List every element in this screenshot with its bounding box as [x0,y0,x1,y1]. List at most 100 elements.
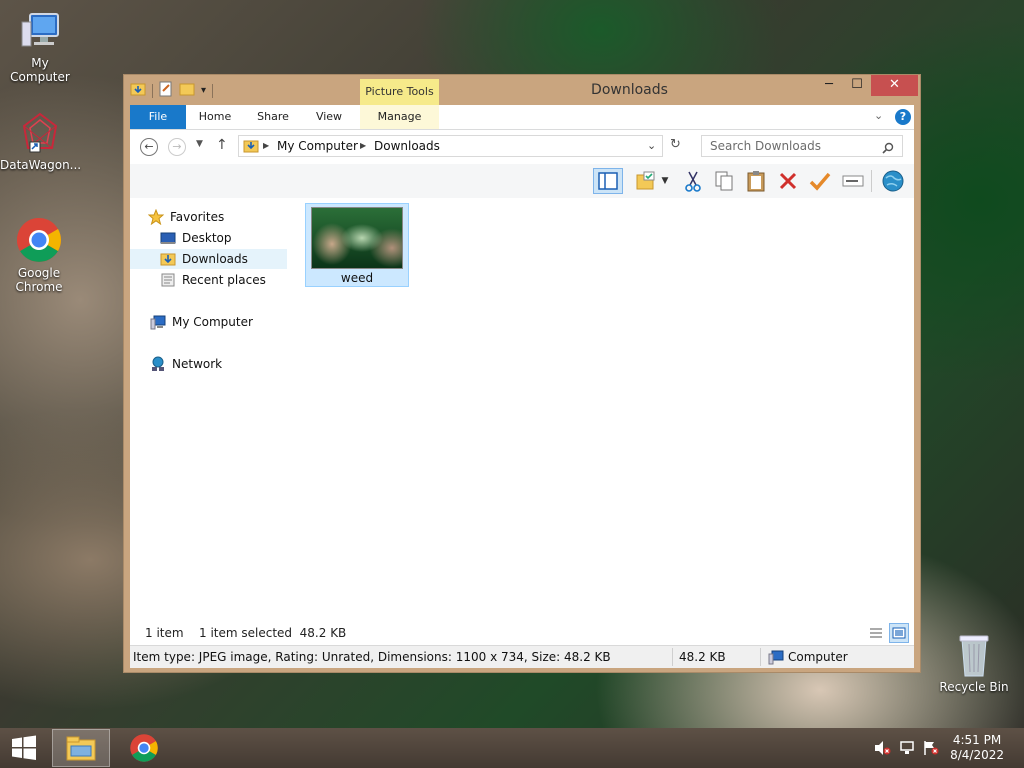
large-icons-view-button[interactable] [889,623,909,643]
address-row: ← → ▼ ↑ ▶ My Computer ▶ Downloads ⌄ ↻ Se… [130,130,914,164]
star-icon [148,209,164,225]
file-explorer-icon [66,736,96,761]
ribbon-tabs: File Home Share View Manage ⌄ ? [130,105,914,130]
maximize-button[interactable]: ☐ [843,75,871,96]
nav-my-computer[interactable]: My Computer [150,312,253,332]
desktop-icon-datawagon[interactable]: DataWagon... [0,112,82,172]
system-clock[interactable]: 4:51 PM 8/4/2022 [950,733,1004,763]
computer-icon [768,649,784,672]
file-item[interactable]: weed [305,203,409,287]
taskbar: 4:51 PM 8/4/2022 [0,728,1024,768]
nav-recent-places[interactable]: Recent places [160,270,266,290]
tab-home[interactable]: Home [192,105,238,129]
desktop-icon-label: DataWagon... [0,158,82,172]
datawagon-icon [22,112,58,153]
nav-label: Favorites [170,210,225,224]
computer-icon [21,13,59,47]
nav-network[interactable]: Network [150,354,222,374]
paste-icon[interactable] [743,168,769,194]
forward-button[interactable]: → [168,138,186,156]
desktop-icon-google-chrome[interactable]: Google Chrome [0,216,78,294]
nav-downloads[interactable]: Downloads [130,249,287,269]
preview-pane-button[interactable] [593,168,623,194]
close-button[interactable]: ✕ [871,75,918,96]
chrome-icon [17,218,61,262]
chevron-right-icon[interactable]: ▶ [263,136,269,156]
title-bar[interactable]: ▾ Picture Tools Downloads ─ ☐ ✕ [124,75,920,105]
chrome-icon [130,734,158,762]
expand-ribbon-icon[interactable]: ⌄ [874,109,883,122]
nav-favorites[interactable]: Favorites [148,207,224,227]
item-count: 1 item [145,626,184,640]
volume-muted-icon[interactable] [872,729,892,767]
navigation-pane: Favorites Desktop Downloads Recent place… [130,198,290,621]
file-thumbnail [311,207,403,269]
divider [871,170,872,192]
refresh-button[interactable]: ↻ [670,137,681,152]
divider [760,648,761,666]
nav-label: Desktop [182,231,232,245]
desktop-icon-label: My Computer [10,56,70,84]
address-bar[interactable]: ▶ My Computer ▶ Downloads ⌄ [238,135,663,157]
status-bar: 1 item 1 item selected 48.2 KB [130,621,914,645]
tab-file[interactable]: File [130,105,186,129]
dropdown-chevron-icon[interactable]: ▼ [658,168,672,194]
network-tray-icon[interactable] [897,729,917,767]
downloads-folder-icon [160,253,176,266]
copy-icon[interactable] [711,168,737,194]
recent-locations-chevron-icon[interactable]: ▼ [196,139,203,149]
computer-icon [150,315,166,330]
help-icon[interactable]: ? [895,109,911,125]
taskbar-file-explorer[interactable] [52,729,110,767]
cut-icon[interactable] [680,168,706,194]
back-button[interactable]: ← [140,138,158,156]
file-name: weed [340,271,374,285]
delete-icon[interactable] [775,168,801,194]
file-size: 48.2 KB [679,650,726,664]
clock-date: 8/4/2022 [950,748,1004,762]
tab-share[interactable]: Share [250,105,296,129]
search-placeholder: Search Downloads [710,139,821,153]
up-button[interactable]: ↑ [216,137,228,153]
address-dropdown-icon[interactable]: ⌄ [647,136,656,156]
location-label: Computer [788,650,848,664]
content-area: Favorites Desktop Downloads Recent place… [130,198,914,621]
desktop-icon-label: Google Chrome [15,266,63,294]
select-folder-icon[interactable] [633,168,659,194]
file-details: Item type: JPEG image, Rating: Unrated, … [133,650,611,664]
recent-places-icon [161,273,175,287]
folder-icon [243,139,259,159]
checkmark-icon[interactable] [807,168,833,194]
nav-label: My Computer [172,315,253,329]
rename-icon[interactable] [840,168,866,194]
chevron-right-icon[interactable]: ▶ [360,136,366,156]
nav-label: Recent places [182,273,266,287]
desktop-icon-label: Recycle Bin [939,680,1009,694]
desktop-folder-icon [160,232,176,244]
breadcrumb-downloads[interactable]: Downloads [374,136,440,156]
tab-view[interactable]: View [306,105,352,129]
network-icon [152,356,164,371]
search-input[interactable]: Search Downloads [701,135,903,157]
desktop-icon-recycle-bin[interactable]: Recycle Bin [934,632,1014,694]
nav-desktop[interactable]: Desktop [160,228,232,248]
windows-logo-icon [12,735,36,760]
globe-icon[interactable] [880,168,906,194]
taskbar-chrome[interactable] [118,729,170,767]
search-icon[interactable] [882,140,894,160]
explorer-window: ▾ Picture Tools Downloads ─ ☐ ✕ File Hom… [123,74,921,673]
selection-info: 1 item selected 48.2 KB [199,626,347,640]
tab-manage[interactable]: Manage [360,105,439,129]
details-bar: Item type: JPEG image, Rating: Unrated, … [130,645,914,668]
breadcrumb-my-computer[interactable]: My Computer [277,136,358,156]
start-button[interactable] [0,729,48,767]
window-title: Downloads [591,82,668,98]
recycle-bin-icon [959,635,989,677]
nav-label: Downloads [182,252,248,266]
desktop-icon-my-computer[interactable]: My Computer [0,10,80,84]
minimize-button[interactable]: ─ [815,75,843,96]
nav-label: Network [172,357,223,371]
divider [672,648,673,666]
clock-time: 4:51 PM [952,733,1002,747]
action-center-icon[interactable] [921,729,941,767]
